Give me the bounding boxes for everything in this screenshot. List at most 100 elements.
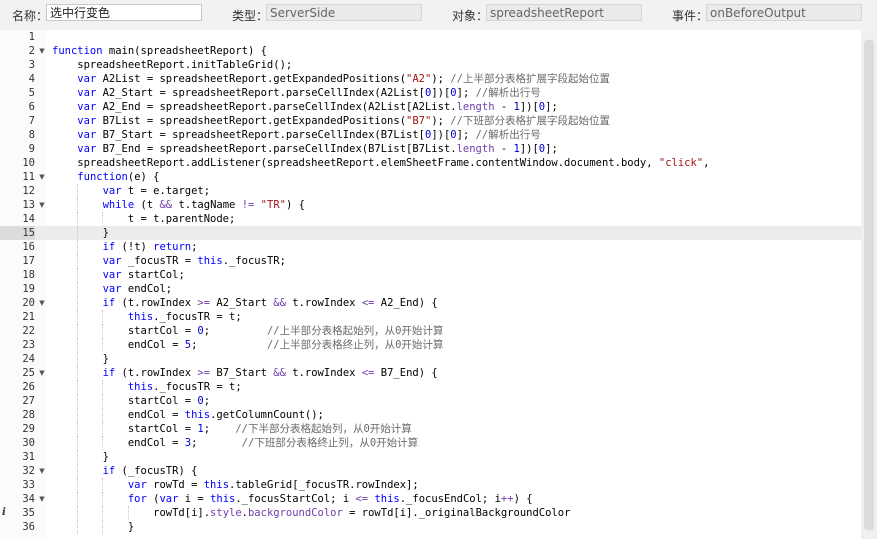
line-number: 26 [22,381,35,393]
fold-arrow-icon[interactable]: ▼ [38,198,46,212]
code-line[interactable]: 16 if (!t) return; [0,240,861,254]
line-number: 1 [28,31,35,43]
object-label: 对象： [452,9,489,23]
code-text: endCol = this.getColumnCount(); [52,409,324,421]
code-line[interactable]: 13 ▼ while (t && t.tagName != "TR") { [0,198,861,212]
fold-arrow-icon[interactable]: ▼ [38,366,46,380]
fold-arrow-icon[interactable]: ▼ [38,464,46,478]
code-text: var t = e.target; [102,185,211,197]
code-line[interactable]: 11 ▼ function(e) { [0,170,861,184]
line-number: 21 [22,311,35,323]
code-line[interactable]: 19 var endCol; [0,282,861,296]
code-line[interactable]: 33 var rowTd = this.tableGrid[_focusTR.r… [0,478,861,492]
line-number: 19 [22,283,35,295]
code-text: if (t.rowIndex >= B7_Start && t.rowIndex… [102,367,438,379]
code-text: var A2_End = spreadsheetReport.parseCell… [77,101,558,113]
line-number: 10 [22,157,35,169]
line-number: 11 [22,171,35,183]
code-line[interactable]: 1 [0,30,861,44]
code-line[interactable]: 35 i rowTd[i].style.backgroundColor = row… [0,506,861,520]
code-line[interactable]: 31 } [0,450,861,464]
name-input[interactable]: 选中行变色 [46,4,202,21]
code-line[interactable]: 23 endCol = 5; //上半部分表格终止列，从0开始计算 [0,338,861,352]
code-line[interactable]: 6 var A2_End = spreadsheetReport.parseCe… [0,100,861,114]
code-line[interactable]: 9 var B7_End = spreadsheetReport.parseCe… [0,142,861,156]
line-number: 24 [22,353,35,365]
code-text: } [52,227,109,239]
code-lines[interactable]: 1 2 ▼ function main(spreadsheetReport) {3 s… [0,30,861,534]
code-text: t = t.parentNode; [52,213,236,225]
code-text: } [52,521,135,533]
code-line[interactable]: 15 } [0,226,861,240]
code-line[interactable]: 34 ▼ for (var i = this._focusStartCol; i … [0,492,861,506]
object-field: spreadsheetReport [486,4,642,21]
code-text: } [52,451,109,463]
code-text: var _focusTR = this._focusTR; [102,255,286,267]
code-line[interactable]: 28 endCol = this.getColumnCount(); [0,408,861,422]
code-line[interactable]: 22 startCol = 0; //上半部分表格起始列，从0开始计算 [0,324,861,338]
code-text: var A2_Start = spreadsheetReport.parseCe… [77,87,541,99]
code-text: function(e) { [77,171,160,183]
line-number: 3 [28,59,35,71]
line-number: 23 [22,339,35,351]
line-number: 8 [28,129,35,141]
line-number: 6 [28,101,35,113]
code-text: endCol = 5; //上半部分表格终止列，从0开始计算 [52,339,444,351]
code-line[interactable]: 30 endCol = 3; //下班部分表格终止列，从0开始计算 [0,436,861,450]
code-line[interactable]: 24 } [0,352,861,366]
code-line[interactable]: 18 var startCol; [0,268,861,282]
code-text: function main(spreadsheetReport) { [52,45,267,57]
code-line[interactable]: 26 this._focusTR = t; [0,380,861,394]
line-number: 33 [22,479,35,491]
line-number: 5 [28,87,35,99]
code-text: } [52,353,109,365]
script-properties-bar: 名称： 选中行变色 类型： ServerSide 对象： spreadsheet… [0,0,877,30]
code-line[interactable]: 27 startCol = 0; [0,394,861,408]
line-number: 13 [22,199,35,211]
name-label: 名称： [12,9,49,23]
code-text: var endCol; [102,283,173,295]
scrollbar-thumb[interactable] [864,40,874,530]
code-text: this._focusTR = t; [127,381,242,393]
line-number: 32 [22,465,35,477]
code-line[interactable]: 32 ▼ if (_focusTR) { [0,464,861,478]
fold-arrow-icon[interactable]: ▼ [38,296,46,310]
code-line[interactable]: 2 ▼ function main(spreadsheetReport) { [0,44,861,58]
line-number: 36 [22,521,35,533]
code-line[interactable]: 12 var t = e.target; [0,184,861,198]
code-text: startCol = 0; [52,395,211,407]
code-line[interactable]: 17 var _focusTR = this._focusTR; [0,254,861,268]
code-line[interactable]: 14 t = t.parentNode; [0,212,861,226]
line-number: 7 [28,115,35,127]
fold-arrow-icon[interactable]: ▼ [38,44,46,58]
code-line[interactable]: 3 spreadsheetReport.initTableGrid(); [0,58,861,72]
code-line[interactable]: 8 var B7_Start = spreadsheetReport.parse… [0,128,861,142]
info-icon[interactable]: i [2,506,6,520]
code-line[interactable]: 20 ▼ if (t.rowIndex >= A2_Start && t.rowI… [0,296,861,310]
event-field: onBeforeOutput [706,4,862,21]
fold-arrow-icon[interactable]: ▼ [38,492,46,506]
code-line[interactable]: 21 this._focusTR = t; [0,310,861,324]
code-line[interactable]: 4 var A2List = spreadsheetReport.getExpa… [0,72,861,86]
code-line[interactable]: 29 startCol = 1; //下半部分表格起始列，从0开始计算 [0,422,861,436]
code-line[interactable]: 5 var A2_Start = spreadsheetReport.parse… [0,86,861,100]
line-number: 29 [22,423,35,435]
line-number: 16 [22,241,35,253]
code-text: if (t.rowIndex >= A2_Start && t.rowIndex… [102,297,438,309]
line-number: 30 [22,437,35,449]
code-line[interactable]: 36 } [0,520,861,534]
code-text: startCol = 1; //下半部分表格起始列，从0开始计算 [52,423,412,435]
code-text: endCol = 3; //下班部分表格终止列，从0开始计算 [52,437,419,449]
fold-arrow-icon[interactable]: ▼ [38,170,46,184]
line-number: 17 [22,255,35,267]
vertical-scrollbar[interactable] [861,30,877,539]
code-text: var B7List = spreadsheetReport.getExpand… [77,115,610,127]
code-line[interactable]: 7 var B7List = spreadsheetReport.getExpa… [0,114,861,128]
code-line[interactable]: 10 spreadsheetReport.addListener(spreads… [0,156,861,170]
line-number: 28 [22,409,35,421]
code-line[interactable]: 25 ▼ if (t.rowIndex >= B7_Start && t.rowI… [0,366,861,380]
code-editor[interactable]: 1 2 ▼ function main(spreadsheetReport) {3 s… [0,30,861,539]
event-label: 事件： [672,9,709,23]
line-number: 12 [22,185,35,197]
code-text: if (_focusTR) { [102,465,198,477]
